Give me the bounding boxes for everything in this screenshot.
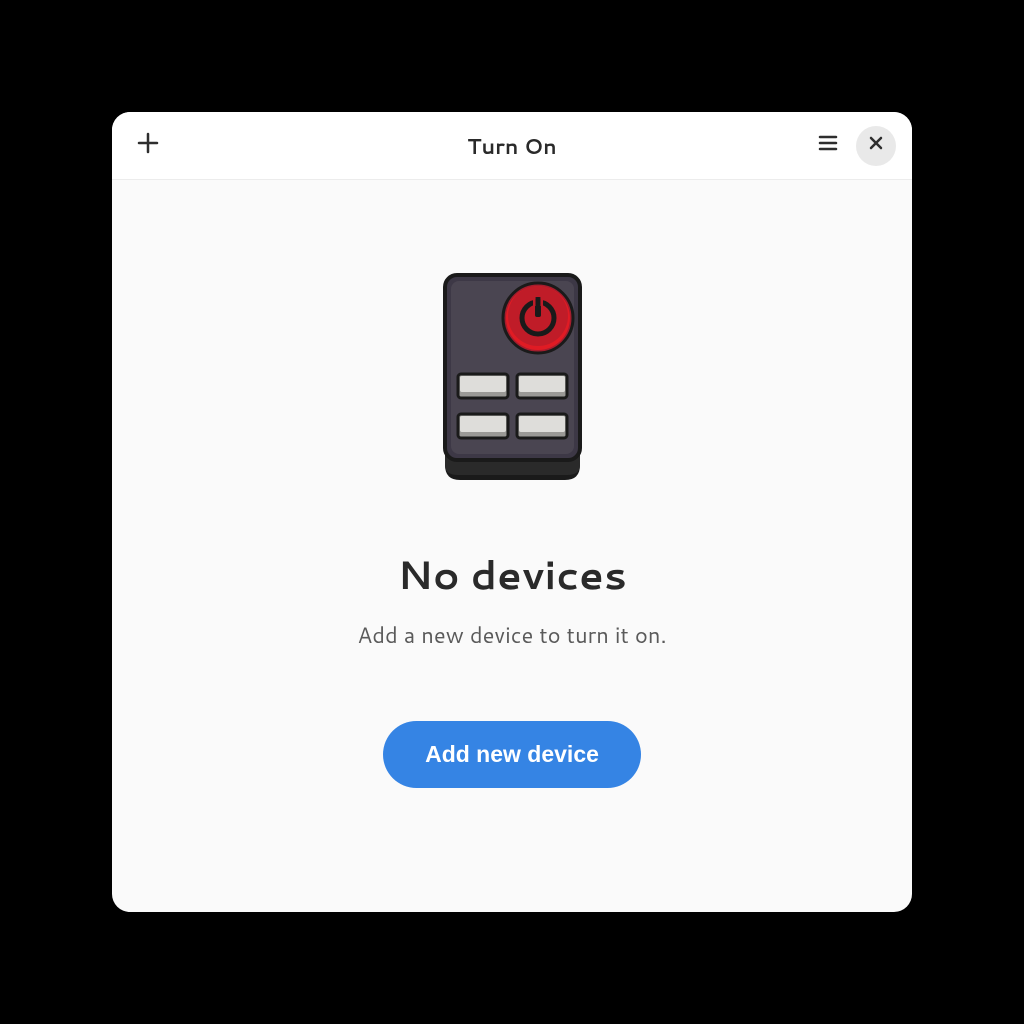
close-button[interactable]	[856, 126, 896, 166]
window-title: Turn On	[467, 131, 556, 161]
header-left	[128, 126, 228, 166]
menu-button[interactable]	[808, 126, 848, 166]
header-right	[796, 126, 896, 166]
add-new-device-button[interactable]: Add new device	[383, 721, 641, 788]
hamburger-icon	[817, 132, 839, 160]
empty-state: No devices Add a new device to turn it o…	[112, 180, 912, 912]
app-window: Turn On	[112, 112, 912, 912]
close-icon	[868, 134, 884, 157]
empty-state-heading: No devices	[397, 545, 627, 602]
plus-icon	[137, 132, 159, 160]
remote-device-icon	[425, 270, 600, 485]
header-bar: Turn On	[112, 112, 912, 180]
add-button[interactable]	[128, 126, 168, 166]
empty-state-subtext: Add a new device to turn it on.	[357, 620, 666, 651]
